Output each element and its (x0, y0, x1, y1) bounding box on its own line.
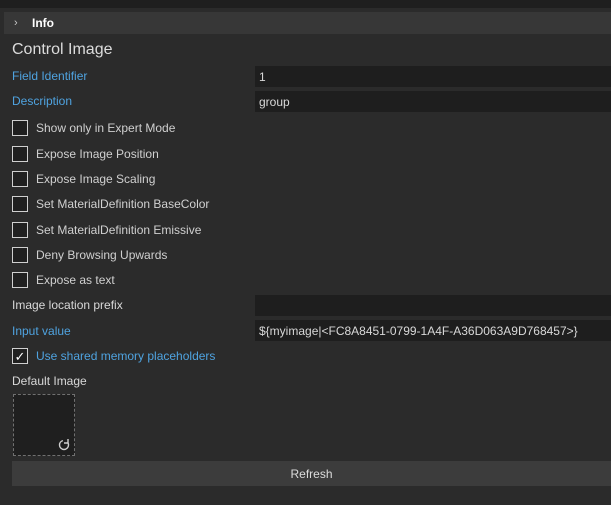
panel-title: Control Image (12, 41, 113, 58)
checkbox-row-expert-mode[interactable]: Show only in Expert Mode (12, 118, 175, 138)
image-location-prefix-label: Image location prefix (12, 298, 123, 312)
checkbox-row-expose-image-position[interactable]: Expose Image Position (12, 144, 159, 164)
field-identifier-row: Field Identifier (12, 65, 87, 87)
input-value-row: Input value (12, 320, 71, 342)
checkbox-row-emissive[interactable]: Set MaterialDefinition Emissive (12, 220, 201, 240)
checkbox-label: Set MaterialDefinition BaseColor (36, 197, 210, 211)
checkbox[interactable] (12, 272, 28, 288)
top-border (0, 0, 611, 8)
checkbox[interactable] (12, 222, 28, 238)
chevron-right-icon[interactable]: › (14, 17, 26, 29)
checkbox-label: Show only in Expert Mode (36, 121, 176, 135)
default-image-row: Default Image (12, 370, 87, 392)
checkbox-row-shared-memory[interactable]: ✓ Use shared memory placeholders (12, 346, 215, 366)
checkbox-label: Set MaterialDefinition Emissive (36, 223, 202, 237)
description-label: Description (12, 94, 73, 108)
default-image-label: Default Image (12, 374, 87, 388)
description-input[interactable]: group (255, 91, 611, 112)
checkbox-label: Use shared memory placeholders (36, 349, 216, 363)
checkbox[interactable] (12, 146, 28, 162)
input-value-label: Input value (12, 324, 71, 338)
checkbox-row-expose-image-scaling[interactable]: Expose Image Scaling (12, 169, 155, 189)
checkbox[interactable] (12, 120, 28, 136)
image-location-prefix-row: Image location prefix (12, 294, 123, 316)
field-identifier-input[interactable]: 1 (255, 66, 611, 87)
checkbox-label: Expose as text (36, 273, 115, 287)
checkbox-label: Expose Image Scaling (36, 172, 156, 186)
field-identifier-label: Field Identifier (12, 69, 88, 83)
input-value-input[interactable]: ${myimage|<FC8A8451-0799-1A4F-A36D063A9D… (255, 320, 611, 341)
checkbox[interactable] (12, 247, 28, 263)
checkbox-checked[interactable]: ✓ (12, 348, 28, 364)
info-section-header[interactable]: › Info (4, 12, 611, 34)
checkbox[interactable] (12, 196, 28, 212)
checkbox-label: Expose Image Position (36, 147, 159, 161)
checkbox-row-basecolor[interactable]: Set MaterialDefinition BaseColor (12, 194, 209, 214)
image-location-prefix-input[interactable] (255, 295, 611, 316)
section-title: Info (32, 16, 54, 30)
description-row: Description (12, 90, 72, 112)
reload-icon[interactable] (57, 438, 71, 452)
checkbox-label: Deny Browsing Upwards (36, 248, 168, 262)
checkbox-row-deny-browsing[interactable]: Deny Browsing Upwards (12, 245, 167, 265)
refresh-button[interactable]: Refresh (12, 461, 611, 486)
checkbox-row-expose-as-text[interactable]: Expose as text (12, 270, 115, 290)
default-image-slot[interactable] (13, 394, 75, 456)
checkbox[interactable] (12, 171, 28, 187)
